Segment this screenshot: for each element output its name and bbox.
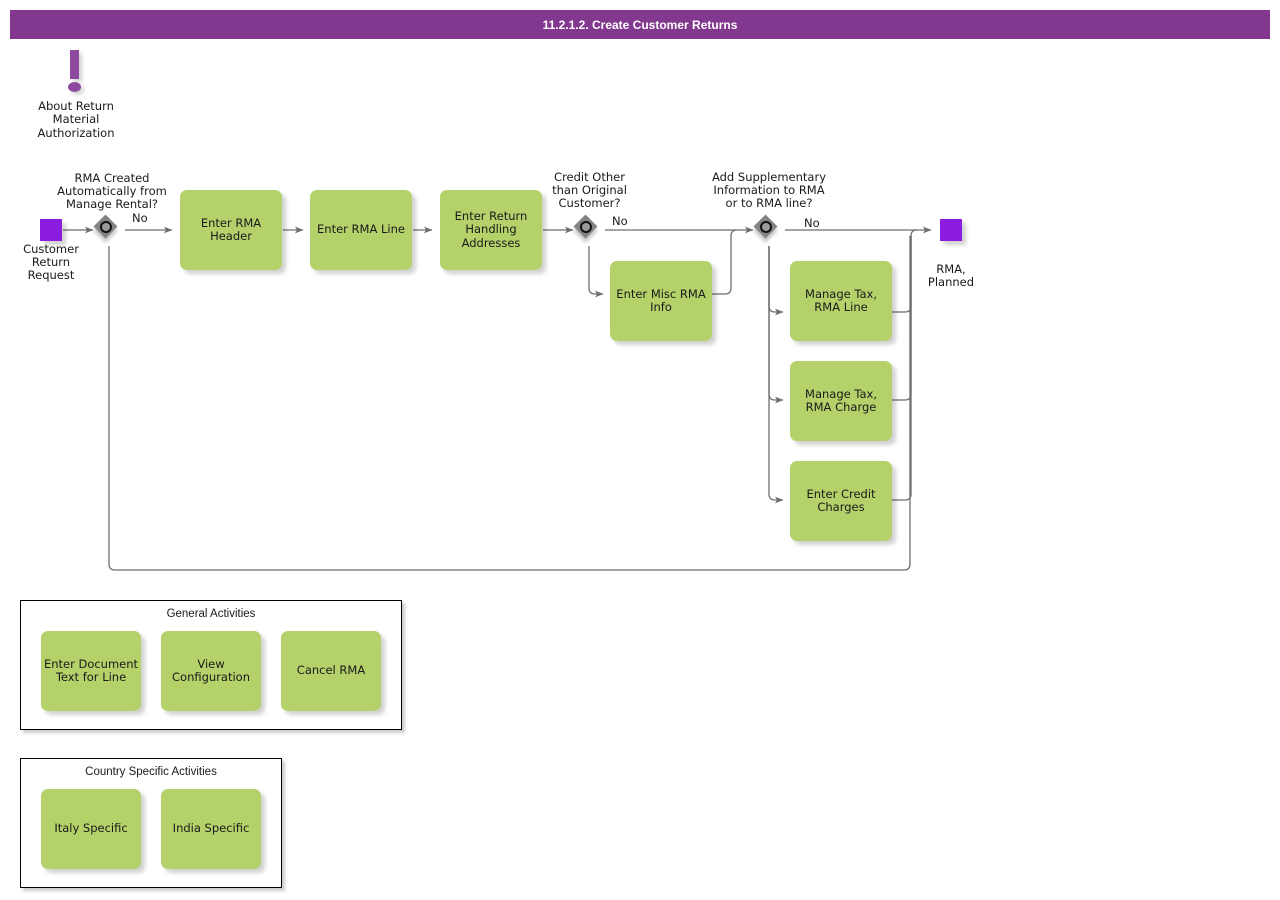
task-enter-rma-line[interactable]: Enter RMA Line xyxy=(310,190,412,270)
task-label: Enter Misc RMA Info xyxy=(616,286,706,314)
task-label: View Configuration xyxy=(172,656,250,684)
flow-label-gw3-no: No xyxy=(804,216,820,230)
task-label: Italy Specific xyxy=(54,821,128,836)
task-india-specific[interactable]: India Specific xyxy=(161,789,261,869)
flow-label-gw1-no: No xyxy=(132,211,148,225)
task-enter-misc-rma-info[interactable]: Enter Misc RMA Info xyxy=(610,261,712,341)
flow-label-gw2-no: No xyxy=(612,214,628,228)
exclamation-mark-icon xyxy=(70,50,79,79)
start-event-customer-return-request[interactable] xyxy=(40,219,62,241)
end-event-label: RMA, Planned xyxy=(927,262,975,289)
task-label: Cancel RMA xyxy=(296,663,366,678)
gateway-label-rma-created: RMA Created Automatically from Manage Re… xyxy=(57,171,167,211)
task-manage-tax-rma-charge[interactable]: Manage Tax, RMA Charge xyxy=(790,361,892,441)
task-label: Enter RMA Line xyxy=(317,222,405,237)
task-italy-specific[interactable]: Italy Specific xyxy=(41,789,141,869)
task-label: Enter Credit Charges xyxy=(806,486,876,514)
page-title: 11.2.1.2. Create Customer Returns xyxy=(542,17,738,32)
task-label: Enter Document Text for Line xyxy=(43,656,139,684)
task-view-configuration[interactable]: View Configuration xyxy=(161,631,261,711)
group-country-specific-activities: Country Specific Activities Italy Specif… xyxy=(20,758,282,888)
gateway-credit-other-customer[interactable] xyxy=(573,214,604,245)
task-cancel-rma[interactable]: Cancel RMA xyxy=(281,631,381,711)
gateway-label-credit-other: Credit Other than Original Customer? xyxy=(552,170,627,210)
task-enter-credit-charges[interactable]: Enter Credit Charges xyxy=(790,461,892,541)
annotation-label: About Return Material Authorization xyxy=(37,99,115,140)
exclamation-dot-icon xyxy=(68,82,81,92)
group-title: General Activities xyxy=(166,608,256,620)
flow-manage-tax-rma-charge-merge xyxy=(891,236,912,401)
gateway-inclusive-circle-icon xyxy=(759,220,772,233)
gateway-inclusive-circle-icon xyxy=(579,220,592,233)
end-event-rma-planned[interactable] xyxy=(940,219,962,241)
flow-gw3-to-manage-tax-rma-line xyxy=(768,246,784,316)
flow-misc-info-merge xyxy=(711,229,738,295)
gateway-inclusive-circle-icon xyxy=(99,220,112,233)
start-event-label: Customer Return Request xyxy=(23,242,79,282)
gateway-add-supplementary-information[interactable] xyxy=(753,214,784,245)
group-title: Country Specific Activities xyxy=(85,766,217,778)
flow-gw3-to-enter-credit-charges xyxy=(768,246,784,504)
task-label: Manage Tax, RMA Charge xyxy=(805,386,877,414)
task-label: Manage Tax, RMA Line xyxy=(805,286,877,314)
group-general-activities: General Activities Enter Document Text f… xyxy=(20,600,402,730)
gateway-rma-created[interactable] xyxy=(93,214,124,245)
page-title-bar: 11.2.1.2. Create Customer Returns xyxy=(10,10,1270,39)
task-enter-document-text-for-line[interactable]: Enter Document Text for Line xyxy=(41,631,141,711)
task-label: Enter RMA Header xyxy=(200,215,262,243)
task-manage-tax-rma-line[interactable]: Manage Tax, RMA Line xyxy=(790,261,892,341)
task-label: India Specific xyxy=(172,821,250,836)
task-enter-rma-header[interactable]: Enter RMA Header xyxy=(180,190,282,270)
flow-gw2-to-misc-info xyxy=(588,246,604,298)
flow-gw3-to-manage-tax-rma-charge xyxy=(768,246,784,404)
gateway-label-add-supplementary: Add Supplementary Information to RMA or … xyxy=(711,170,827,210)
task-label: Enter Return Handling Addresses xyxy=(454,208,528,250)
